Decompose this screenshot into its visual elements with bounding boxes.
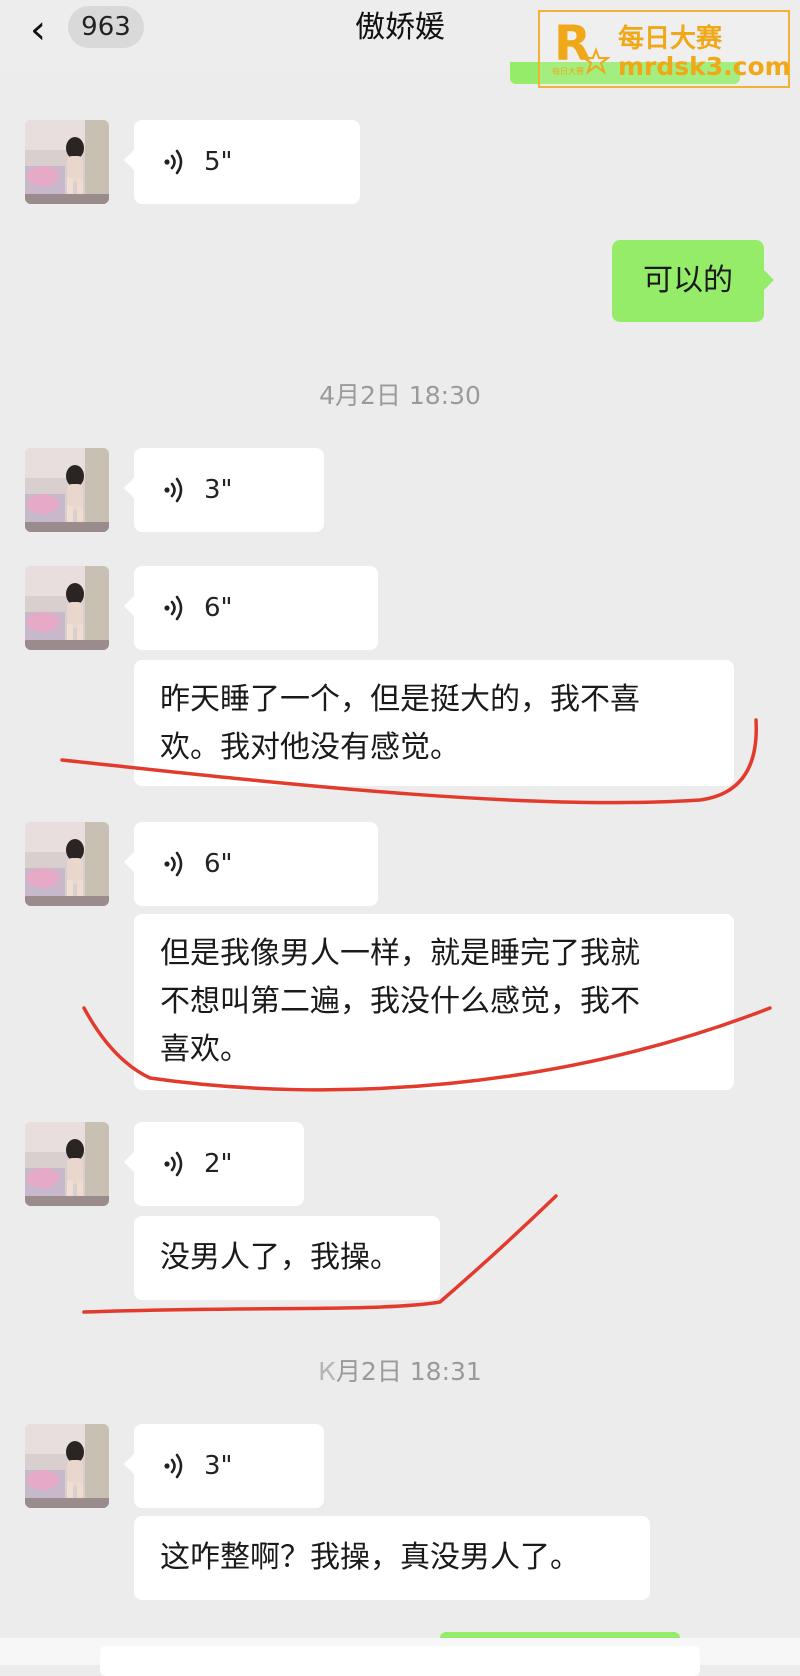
watermark-logo: R 每日大赛 每日大赛 mrdsk3.com [538, 10, 791, 88]
voice-message[interactable]: 6" [124, 822, 378, 906]
voice-message[interactable]: 6" [124, 566, 378, 650]
timestamp-text: 月2日 18:31 [335, 1357, 482, 1386]
voice-duration: 3" [204, 1451, 233, 1481]
voice-wave-icon [160, 147, 190, 177]
voice-duration: 3" [204, 475, 233, 505]
voice-wave-icon [160, 475, 190, 505]
message-line: 但是我像男人一样，就是睡完了我就 [160, 936, 640, 971]
message-input[interactable] [100, 1646, 700, 1676]
watermark-url: mrdsk3.com [618, 52, 791, 81]
voice-wave-icon [160, 1451, 190, 1481]
watermark-logo-letter: R [554, 16, 591, 72]
contact-avatar[interactable] [25, 1424, 109, 1508]
voice-wave-icon [160, 1149, 190, 1179]
text-message[interactable]: 没男人了，我操。 [134, 1216, 440, 1300]
message-line: 不想叫第二遍，我没什么感觉，我不 [160, 984, 640, 1019]
voice-message[interactable]: 3" [124, 1424, 324, 1508]
watermark-name: 每日大赛 [618, 24, 723, 54]
voice-message[interactable]: 2" [124, 1122, 304, 1206]
voice-message[interactable]: 3" [124, 448, 324, 532]
timestamp-month-glyph: К [318, 1357, 336, 1386]
contact-avatar[interactable] [25, 822, 109, 906]
contact-avatar[interactable] [25, 120, 109, 204]
voice-wave-icon [160, 593, 190, 623]
voice-wave-icon [160, 849, 190, 879]
message-line: 欢。我对他没有感觉。 [160, 730, 460, 765]
message-line: 喜欢。 [160, 1032, 250, 1067]
voice-message[interactable]: 5" [124, 120, 360, 204]
voice-duration: 6" [204, 849, 233, 879]
text-message[interactable]: 但是我像男人一样，就是睡完了我就 不想叫第二遍，我没什么感觉，我不 喜欢。 [134, 914, 734, 1090]
voice-duration: 6" [204, 593, 233, 623]
voice-duration: 5" [204, 147, 233, 177]
text-message[interactable]: 昨天睡了一个，但是挺大的，我不喜 欢。我对他没有感觉。 [134, 660, 734, 786]
contact-avatar[interactable] [25, 448, 109, 532]
timestamp: К月2日 18:31 [0, 1352, 800, 1388]
watermark-r-icon: R 每日大赛 [552, 16, 610, 76]
self-text-message[interactable]: 可以的 [612, 240, 774, 322]
text-message[interactable]: 这咋整啊？我操，真没男人了。 [134, 1516, 650, 1600]
watermark-logo-small: 每日大赛 [552, 66, 584, 76]
contact-avatar[interactable] [25, 566, 109, 650]
contact-avatar[interactable] [25, 1122, 109, 1206]
timestamp: 4月2日 18:30 [319, 381, 481, 410]
message-line: 昨天睡了一个，但是挺大的，我不喜 [160, 682, 640, 717]
voice-duration: 2" [204, 1149, 233, 1179]
